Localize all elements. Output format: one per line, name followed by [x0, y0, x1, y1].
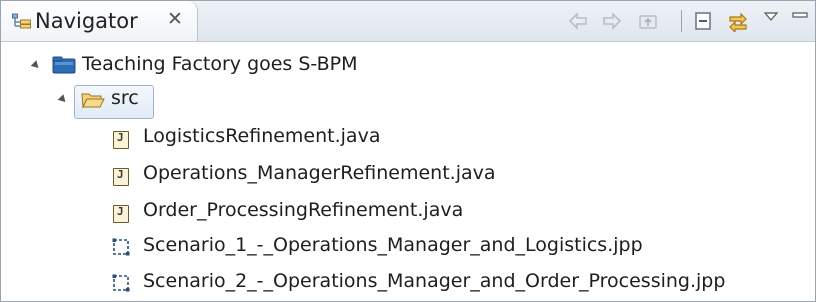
- expand-twisty-icon[interactable]: [30, 60, 42, 71]
- java-file-icon: J: [113, 168, 129, 186]
- collapse-all-icon[interactable]: [693, 10, 715, 32]
- tab-navigator[interactable]: Navigator ✕: [1, 1, 198, 41]
- back-arrow-icon[interactable]: [567, 10, 589, 32]
- open-folder-icon: [81, 93, 105, 109]
- file-label: Operations_ManagerRefinement.java: [143, 162, 496, 184]
- project-label: Teaching Factory goes S-BPM: [82, 53, 358, 75]
- folder-label: src: [111, 87, 139, 109]
- file-label: Scenario_1_-_Operations_Manager_and_Logi…: [143, 234, 643, 256]
- jpp-file-icon: [112, 274, 130, 292]
- toolbar-separator: [681, 10, 682, 32]
- file-label: Order_ProcessingRefinement.java: [143, 199, 464, 221]
- up-folder-icon[interactable]: [637, 10, 659, 32]
- java-file-icon: J: [113, 131, 129, 149]
- close-icon[interactable]: ✕: [167, 8, 183, 30]
- minimize-icon[interactable]: [791, 9, 809, 23]
- navigator-tree: Teaching Factory goes S-BPM src J Logist…: [1, 41, 815, 301]
- project-folder-icon: [52, 56, 76, 74]
- navigator-view: Navigator ✕ Teaching Factory goes S-BPM …: [0, 0, 816, 302]
- expand-twisty-icon[interactable]: [57, 94, 69, 105]
- view-titlebar: Navigator ✕: [1, 1, 815, 42]
- link-with-editor-icon[interactable]: [727, 10, 749, 32]
- java-file-icon: J: [113, 205, 129, 223]
- file-label: LogisticsRefinement.java: [143, 125, 381, 147]
- forward-arrow-icon[interactable]: [601, 10, 623, 32]
- file-label: Scenario_2_-_Operations_Manager_and_Orde…: [143, 270, 726, 292]
- view-title: Navigator: [35, 9, 138, 33]
- jpp-file-icon: [112, 238, 130, 256]
- view-menu-icon[interactable]: [763, 9, 779, 25]
- navigator-icon: [12, 13, 31, 29]
